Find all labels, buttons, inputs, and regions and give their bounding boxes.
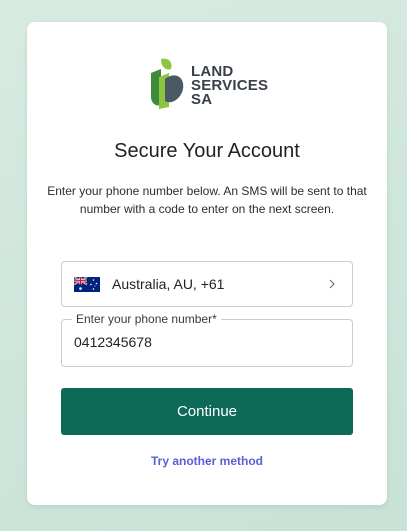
land-services-sa-logo: LAND SERVICES SA [147,55,277,111]
logo-wordmark: LAND SERVICES SA [191,64,268,108]
chevron-right-icon [329,279,335,289]
logo-line-3: SA [191,91,213,108]
phone-number-input[interactable] [74,334,334,350]
phone-number-field: Enter your phone number* [61,312,353,367]
country-selector-label: Australia, AU, +61 [112,276,225,292]
australia-flag-icon [74,276,100,292]
instructions-text: Enter your phone number below. An SMS wi… [47,184,367,216]
leaf-logo-icon [151,58,184,109]
try-another-method-link[interactable]: Try another method [27,454,387,468]
continue-button[interactable]: Continue [61,388,353,435]
phone-number-label: Enter your phone number* [72,312,221,326]
page-title: Secure Your Account [114,140,300,162]
login-card: LAND SERVICES SA Secure Your Account Ent… [27,22,387,505]
country-selector[interactable]: Australia, AU, +61 [61,261,353,307]
